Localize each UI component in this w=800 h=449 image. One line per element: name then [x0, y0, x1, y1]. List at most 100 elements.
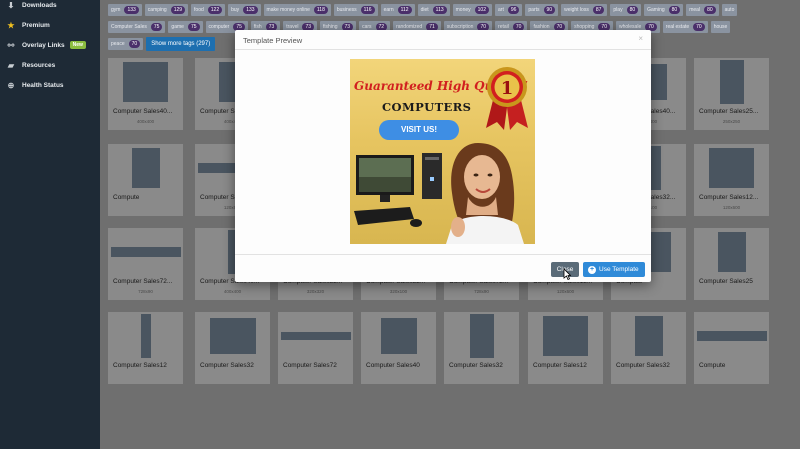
tag-chip[interactable]: weight loss 87	[561, 3, 608, 16]
tag-chip[interactable]: parts 90	[525, 3, 559, 16]
template-thumbnail	[108, 312, 183, 360]
tag-count-badge: 80	[626, 5, 639, 14]
template-card[interactable]: Computer Sales40... 400x400	[108, 58, 183, 130]
template-card[interactable]: Computer Sales32	[611, 312, 686, 384]
template-card[interactable]: Computer Sales72	[278, 312, 353, 384]
sidebar-item-label: Resources	[22, 61, 56, 69]
show-more-tags-button[interactable]: Show more tags (297)	[146, 36, 216, 51]
tag-label: food	[194, 6, 204, 13]
template-card[interactable]: Computer Sales32	[444, 312, 519, 384]
thumbnail-image	[110, 247, 181, 257]
tag-chip[interactable]: art 96	[495, 3, 523, 16]
template-card[interactable]: Computer Sales72... 728x90	[108, 228, 183, 300]
template-dimensions: 120x600	[722, 205, 741, 210]
sidebar-item-downloads[interactable]: ⬇ Downloads	[0, 0, 100, 15]
tag-chip[interactable]: game 75	[168, 20, 203, 33]
award-ribbon-icon: 1	[486, 67, 528, 130]
tag-chip[interactable]: Gaming 80	[644, 3, 684, 16]
template-name: Computer Sales32	[449, 362, 503, 369]
use-template-button[interactable]: + Use Template	[583, 262, 645, 277]
tag-chip[interactable]: make money online 118	[263, 3, 331, 16]
template-thumbnail	[108, 58, 183, 106]
tag-label: business	[336, 6, 357, 13]
star-icon: ★	[7, 20, 15, 30]
woman-photo	[446, 143, 524, 244]
tag-label: fishing	[323, 23, 338, 30]
thumbnail-image	[380, 318, 417, 354]
tag-row: gym 133 camping 129 food 122 buy 133 make money …	[108, 2, 800, 17]
thumbnail-image	[280, 332, 351, 340]
sidebar-item-overlay-links[interactable]: ⚯ Overlay Links New	[0, 35, 100, 55]
tag-chip[interactable]: business 116	[333, 3, 378, 16]
template-card[interactable]: Compute	[694, 312, 769, 384]
tag-chip[interactable]: play 80	[610, 3, 642, 16]
tag-chip[interactable]: camping 129	[144, 3, 189, 16]
sidebar-item-resources[interactable]: ▰ Resources	[0, 55, 100, 75]
tag-count-badge: 133	[124, 5, 139, 14]
tag-chip[interactable]: diet 113	[417, 3, 450, 16]
thumbnail-image	[543, 316, 588, 356]
tag-count-badge: 122	[207, 5, 223, 14]
thumbnail-image	[131, 148, 160, 188]
tag-chip[interactable]: earn 112	[380, 3, 415, 16]
template-dimensions: 250x250	[722, 119, 741, 124]
tag-count-badge: 112	[397, 5, 412, 14]
template-dimensions: 320x100	[389, 289, 408, 294]
template-dimensions: 400x400	[136, 119, 155, 124]
thumbnail-image	[209, 318, 256, 354]
tag-chip[interactable]: real estate 70	[662, 20, 708, 33]
tag-chip[interactable]: peace 70	[108, 37, 144, 50]
template-name: Computer Sales40	[366, 362, 420, 369]
tag-count-badge: 90	[543, 5, 556, 14]
tag-count-badge: 113	[432, 5, 447, 14]
tag-label: make money online	[266, 6, 310, 13]
close-icon[interactable]: ×	[638, 34, 643, 43]
template-card[interactable]: Computer Sales25	[694, 228, 769, 300]
tag-chip[interactable]: food 122	[191, 3, 226, 16]
tag-chip[interactable]: meal 80	[686, 3, 719, 16]
tag-label: computer	[208, 23, 230, 30]
tag-chip[interactable]: Computer Sales 75	[108, 20, 166, 33]
tag-count-badge: 118	[313, 5, 328, 14]
tag-label: real estate	[665, 23, 690, 30]
template-thumbnail	[108, 144, 183, 192]
template-name: Compute	[113, 194, 140, 201]
thumbnail-image	[709, 148, 754, 188]
tag-chip[interactable]: house	[710, 20, 731, 33]
tag-chip[interactable]: auto	[721, 3, 738, 16]
tag-label: peace	[111, 40, 125, 47]
tag-chip[interactable]: buy 133	[228, 3, 261, 16]
template-card[interactable]: Computer Sales32	[195, 312, 270, 384]
tag-label: buy	[231, 6, 240, 13]
sidebar-item-label: Overlay Links	[22, 41, 65, 49]
sidebar-item-premium[interactable]: ★ Premium	[0, 15, 100, 35]
modal-title: Template Preview	[243, 36, 303, 45]
tag-count-badge: 116	[360, 5, 375, 14]
tag-label: retail	[498, 23, 509, 30]
template-dimensions: 728x90	[138, 289, 153, 294]
template-name: Computer Sales25	[699, 278, 753, 285]
tag-label: Computer Sales	[111, 23, 147, 30]
tag-count-badge: 133	[243, 5, 258, 14]
template-card[interactable]: Computer Sales12	[108, 312, 183, 384]
template-thumbnail	[108, 228, 183, 276]
thumbnail-image	[717, 232, 746, 272]
template-card[interactable]: Computer Sales25... 250x250	[694, 58, 769, 130]
template-card[interactable]: Computer Sales12	[528, 312, 603, 384]
template-name: Computer Sales12...	[699, 194, 759, 201]
tag-chip[interactable]: gym 133	[108, 3, 142, 16]
template-card[interactable]: Computer Sales40	[361, 312, 436, 384]
template-card[interactable]: Compute	[108, 144, 183, 216]
template-name: Computer Sales72	[283, 362, 337, 369]
template-thumbnail	[694, 228, 769, 276]
tag-label: randomized	[396, 23, 423, 30]
template-dimensions: 320x320	[306, 289, 325, 294]
template-dimensions: 120x600	[556, 289, 575, 294]
tag-chip[interactable]: money 102	[452, 3, 492, 16]
globe-icon: ⊕	[7, 80, 15, 90]
template-thumbnail	[278, 312, 353, 360]
tag-label: fish	[253, 23, 262, 30]
sidebar-item-health-status[interactable]: ⊕ Health Status	[0, 75, 100, 95]
tag-label: wholesale	[618, 23, 642, 30]
template-card[interactable]: Computer Sales12... 120x600	[694, 144, 769, 216]
